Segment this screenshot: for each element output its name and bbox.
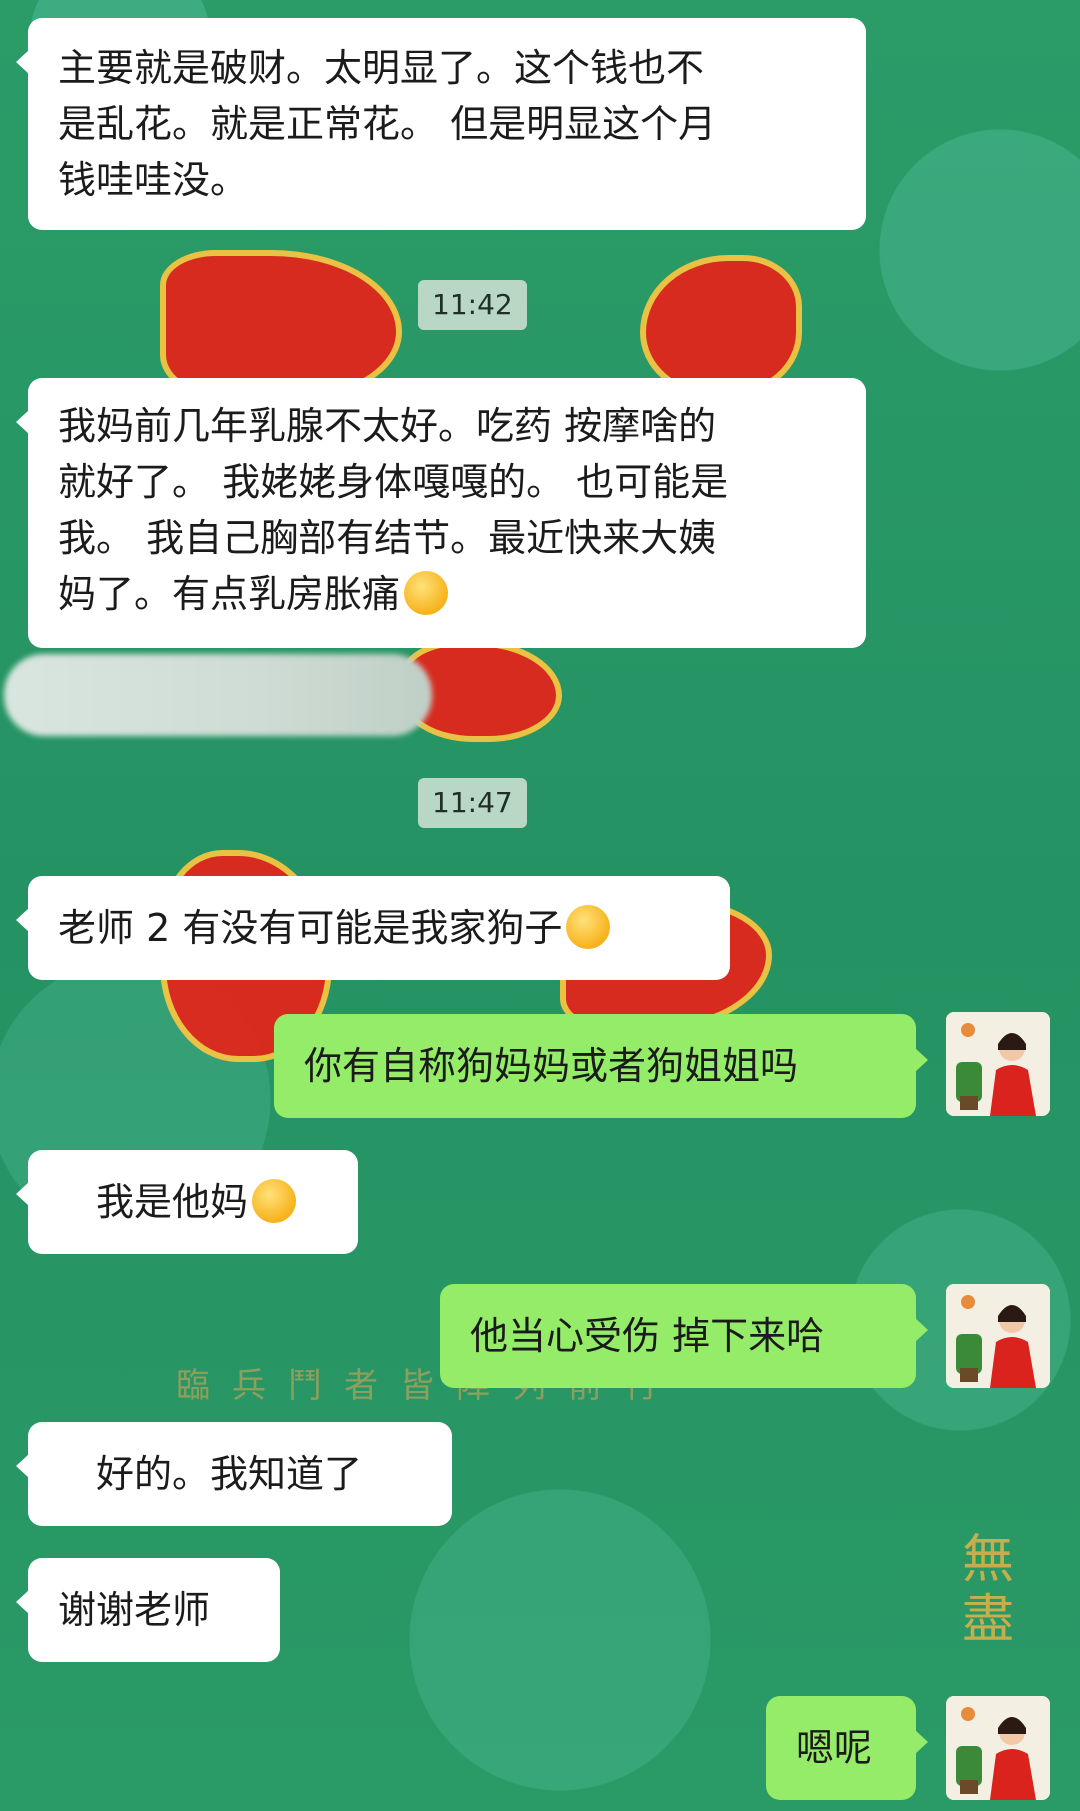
message-bubble-incoming[interactable]: 我妈前几年乳腺不太好。吃药 按摩啥的 就好了。 我姥姥身体嘎嘎的。 也可能是 我… [16,378,866,648]
message-line: 钱哇哇没。 [58,158,249,202]
message-bubble-incoming[interactable]: 老师 2 有没有可能是我家狗子 [16,876,730,980]
message-bubble-outgoing[interactable]: 嗯呢 [766,1696,928,1800]
laugh-cry-emoji-icon [566,905,611,949]
user-avatar[interactable] [946,1284,1050,1388]
message-bubble-incoming[interactable]: 谢谢老师 [16,1558,280,1662]
timestamp: 11:42 [418,280,527,330]
message-bubble-outgoing[interactable]: 你有自称狗妈妈或者狗姐姐吗 [274,1014,928,1118]
message-line: 主要就是破财。太明显了。这个钱也不 [58,46,705,90]
message-line: 是乱花。就是正常花。 但是明显这个月 [58,102,717,146]
message-line: 我。 我自己胸部有结节。最近快来大姨 [58,516,717,560]
smirk-emoji-icon [252,1179,297,1223]
message-text: 妈了。有点乳房胀痛 [58,572,401,616]
message-text: 谢谢老师 [58,1588,211,1632]
message-text: 他当心受伤 掉下来哈 [470,1314,825,1358]
message-text: 嗯呢 [796,1726,873,1770]
message-line: 就好了。 我姥姥身体嘎嘎的。 也可能是 [58,460,729,504]
avatar-illustration-icon [946,1696,1050,1800]
message-line: 我妈前几年乳腺不太好。吃药 按摩啥的 [58,404,717,448]
message-bubble-incoming[interactable]: 我是他妈 [16,1150,358,1254]
timestamp: 11:47 [418,778,527,828]
message-text: 我是他妈 [96,1180,249,1224]
user-avatar[interactable] [946,1012,1050,1116]
message-line: 妈了。有点乳房胀痛 [58,566,836,622]
sad-sigh-emoji-icon [404,571,449,615]
blurred-redacted-message [4,654,432,736]
background-gold-calligraphy: 無盡 [962,1530,1015,1650]
message-text: 你有自称狗妈妈或者狗姐姐吗 [304,1044,799,1088]
user-avatar[interactable] [946,1696,1050,1800]
avatar-illustration-icon [946,1284,1050,1388]
avatar-illustration-icon [946,1012,1050,1116]
red-papercut-decoration [640,255,802,397]
message-bubble-incoming[interactable]: 主要就是破财。太明显了。这个钱也不 是乱花。就是正常花。 但是明显这个月 钱哇哇… [16,18,866,230]
message-bubble-incoming[interactable]: 好的。我知道了 [16,1422,452,1526]
message-text: 老师 2 有没有可能是我家狗子 [58,906,563,950]
message-bubble-outgoing[interactable]: 他当心受伤 掉下来哈 [440,1284,928,1388]
message-text: 好的。我知道了 [96,1452,363,1496]
